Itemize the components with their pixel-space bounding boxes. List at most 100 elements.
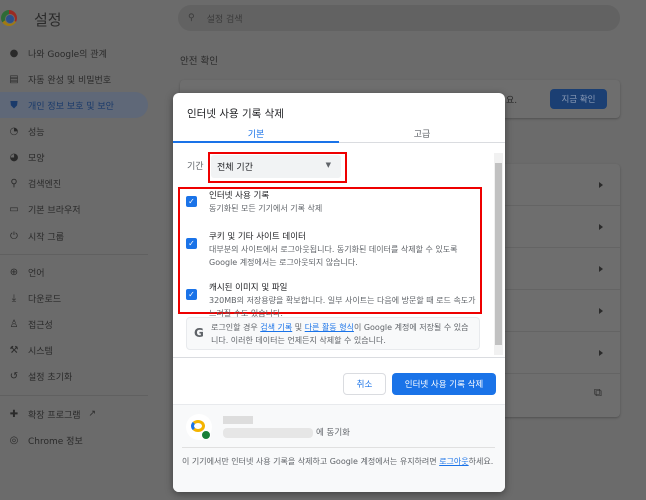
sidebar-item-label: 확장 프로그램 [28, 410, 81, 421]
signout-text-1: 이 기기에서만 인터넷 사용 기록을 삭제하고 Google 계정에서는 유지하… [182, 457, 440, 466]
chrome-icon: ◎ [9, 434, 19, 446]
safety-text: 요. [506, 96, 518, 106]
blurred-email [223, 428, 313, 438]
external-link-icon: ⧉ [594, 386, 602, 399]
external-link-icon: ↗ [88, 409, 97, 419]
sidebar-item-label: 시작 그룹 [28, 232, 64, 243]
sidebar-item-8[interactable]: ⏻ 시작 그룹 [0, 223, 148, 249]
sidebar-item-label: 모양 [28, 153, 45, 164]
cache-title: 캐시된 이미지 및 파일 [209, 283, 288, 293]
search-placeholder: 설정 검색 [206, 14, 243, 25]
sidebar-item-label: 설정 초기화 [28, 372, 73, 383]
check-now-button[interactable]: 지금 확인 [550, 89, 607, 109]
sidebar-item-label: 시스템 [28, 346, 53, 357]
search-icon: ⚲ [10, 177, 18, 189]
dialog-title: 인터넷 사용 기록 삭제 [187, 108, 284, 120]
sidebar-item-label: 검색엔진 [28, 179, 62, 190]
sidebar-item-label: 나와 Google의 관계 [28, 49, 107, 60]
blurred-name [223, 416, 253, 424]
sidebar-item-12[interactable]: ⚒ 시스템 [0, 337, 148, 363]
sync-icon [201, 430, 211, 440]
cookies-checkbox[interactable]: ✓ [186, 238, 197, 249]
sidebar-item-6[interactable]: ⚲ 검색엔진 [0, 170, 148, 196]
sidebar-item-10[interactable]: ⤓ 다운로드 [0, 285, 148, 311]
wrench-icon: ⚒ [9, 344, 19, 356]
sidebar-divider [0, 254, 148, 255]
google-account-info: G 로그인할 경우 검색 기록 및 다른 활동 형식이 Google 계정에 저… [186, 317, 480, 350]
sync-footer: 에 동기화 이 기기에서만 인터넷 사용 기록을 삭제하고 Google 계정에… [173, 404, 505, 492]
dropdown-arrow-icon: ▼ [325, 161, 331, 169]
info-text-1: 로그인할 경우 [211, 323, 261, 332]
speedometer-icon: ◔ [9, 125, 19, 137]
sync-text: 에 동기화 [316, 428, 350, 438]
sidebar-divider [0, 395, 148, 396]
period-label: 기간 [187, 162, 204, 172]
palette-icon: ◕ [9, 151, 19, 163]
history-checkbox[interactable]: ✓ [186, 196, 197, 207]
sidebar-item-label: 자동 완성 및 비밀번호 [28, 75, 112, 86]
sidebar-item-4[interactable]: ◔ 성능 [0, 118, 148, 144]
scrollbar[interactable] [494, 153, 503, 355]
settings-title: 설정 [34, 11, 62, 29]
history-desc: 동기화된 모든 기기에서 기록 삭제 [209, 204, 323, 213]
clear-browsing-data-dialog: 인터넷 사용 기록 삭제 기본 고급 기간 전체 기간 ▼ ✓ 인터넷 사용 기록… [173, 93, 505, 492]
signout-note: 이 기기에서만 인터넷 사용 기록을 삭제하고 Google 계정에서는 유지하… [182, 455, 497, 468]
clipboard-icon: ▤ [9, 73, 19, 85]
period-value: 전체 기간 [217, 163, 253, 173]
safety-check-heading: 안전 확인 [180, 56, 218, 67]
cookies-desc: 대부분의 사이트에서 로그아웃됩니다. 동기화된 데이터를 삭제할 수 있도록 … [209, 245, 458, 267]
power-icon: ⏻ [10, 230, 18, 242]
avatar [186, 414, 212, 440]
signout-text-2: 하세요. [468, 457, 494, 466]
sidebar-item-5[interactable]: ◕ 모양 [0, 144, 148, 170]
person-icon: ● [9, 47, 19, 59]
sidebar-item-label: 다운로드 [28, 294, 62, 305]
dialog-content: 기간 전체 기간 ▼ ✓ 인터넷 사용 기록 동기화된 모든 기기에서 기록 삭제… [173, 143, 505, 357]
sidebar-item-label: 접근성 [28, 320, 53, 331]
google-g-icon: G [194, 326, 204, 340]
sidebar-item-9[interactable]: ⊕ 언어 [0, 259, 148, 285]
signout-link[interactable]: 로그아웃 [439, 457, 468, 466]
sidebar-item-label: 기본 브라우저 [28, 205, 81, 216]
tab-advanced[interactable]: 고급 [339, 127, 505, 143]
search-input[interactable]: ⚲ 설정 검색 [178, 5, 620, 31]
footer-divider [182, 447, 495, 448]
sidebar-item-2[interactable]: ▤ 자동 완성 및 비밀번호 [0, 66, 148, 92]
sidebar-item-14[interactable]: ✚ 확장 프로그램 ↗ [0, 401, 148, 427]
chevron-right-icon [599, 350, 603, 356]
cookies-title: 쿠키 및 기타 사이트 데이터 [209, 232, 306, 242]
globe-icon: ⊕ [9, 266, 19, 278]
search-history-link[interactable]: 검색 기록 [260, 323, 292, 332]
chevron-right-icon [599, 308, 603, 314]
sidebar-item-15[interactable]: ◎ Chrome 정보 [0, 427, 148, 453]
content-divider [173, 357, 505, 358]
download-icon: ⤓ [11, 292, 17, 304]
other-activity-link[interactable]: 다른 활동 형식 [305, 323, 354, 332]
sidebar-item-11[interactable]: ♙ 접근성 [0, 311, 148, 337]
history-icon: ↺ [9, 370, 19, 382]
puzzle-icon: ✚ [9, 408, 19, 420]
accessibility-icon: ♙ [9, 318, 19, 330]
sidebar-item-1[interactable]: ● 나와 Google의 관계 [0, 40, 148, 66]
browser-icon: ▭ [9, 203, 19, 215]
history-title: 인터넷 사용 기록 [209, 191, 270, 201]
shield-icon: ⛊ [10, 99, 18, 111]
scrollbar-thumb[interactable] [495, 163, 502, 345]
sidebar-item-3[interactable]: ⛊ 개인 정보 보호 및 보안 [0, 92, 148, 118]
sidebar-item-7[interactable]: ▭ 기본 브라우저 [0, 196, 148, 222]
chrome-logo [1, 10, 17, 26]
cancel-button[interactable]: 취소 [343, 373, 386, 395]
period-dropdown[interactable]: 전체 기간 ▼ [211, 155, 341, 178]
clear-data-button[interactable]: 인터넷 사용 기록 삭제 [392, 373, 496, 395]
chevron-right-icon [599, 266, 603, 272]
cache-checkbox[interactable]: ✓ [186, 289, 197, 300]
sidebar-item-label: 언어 [28, 268, 45, 279]
chevron-right-icon [599, 182, 603, 188]
chevron-right-icon [599, 224, 603, 230]
sidebar-item-label: Chrome 정보 [28, 436, 83, 447]
sidebar-item-13[interactable]: ↺ 설정 초기화 [0, 363, 148, 389]
info-text-2: 및 [292, 323, 305, 332]
sidebar-item-label: 성능 [28, 127, 45, 138]
search-icon: ⚲ [188, 13, 195, 23]
sidebar-item-label: 개인 정보 보호 및 보안 [28, 101, 114, 112]
